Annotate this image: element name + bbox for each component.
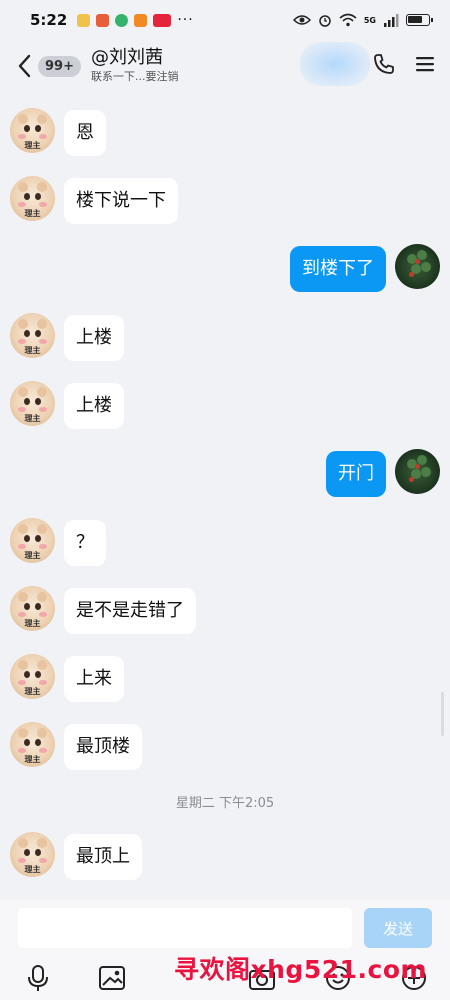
avatar-tag: 理主 (24, 551, 41, 560)
contact-avatar[interactable]: 理主 (10, 654, 55, 699)
scroll-indicator[interactable] (441, 692, 444, 736)
message-input[interactable] (18, 908, 352, 948)
outgoing-message-bubble[interactable]: 开门 (326, 451, 386, 497)
incoming-message-bubble[interactable]: 最顶楼 (64, 724, 142, 770)
avatar-tag: 理主 (24, 687, 41, 696)
message-row: 理主 恩 (0, 108, 450, 158)
contact-avatar[interactable]: 理主 (10, 313, 55, 358)
contact-avatar[interactable]: 理主 (10, 722, 55, 767)
contact-avatar[interactable]: 理主 (10, 381, 55, 426)
incoming-message-bubble[interactable]: 上来 (64, 656, 124, 702)
avatar-tag: 理主 (24, 346, 41, 355)
message-row: 理主 楼下说一下 (0, 176, 450, 226)
eye-icon (292, 15, 311, 25)
wifi-icon (339, 13, 357, 27)
chat-subtitle: 联系一下...要注销 (90, 70, 179, 83)
header-glow (300, 42, 370, 86)
more-notifications-icon: ··· (177, 12, 194, 28)
avatar-tag: 理主 (24, 865, 41, 874)
status-time: 5:22 (30, 11, 68, 29)
battery-icon (406, 14, 433, 26)
incoming-message-bubble[interactable]: 上楼 (64, 315, 124, 361)
contact-avatar[interactable]: 理主 (10, 586, 55, 631)
contact-avatar[interactable]: 理主 (10, 108, 55, 153)
message-row: 理主 最顶楼 (0, 722, 450, 772)
app-notification-icon (134, 13, 148, 27)
incoming-message-bubble[interactable]: 上楼 (64, 383, 124, 429)
time-divider: 星期二 下午2:05 (175, 796, 275, 811)
app-notification-icon (96, 13, 110, 27)
message-row: 开门 (0, 449, 450, 499)
avatar-tag: 理主 (24, 414, 41, 423)
back-icon[interactable] (14, 52, 34, 80)
menu-icon[interactable] (414, 54, 436, 78)
incoming-message-bubble[interactable]: 是不是走错了 (64, 588, 196, 634)
contact-avatar[interactable]: 理主 (10, 832, 55, 877)
microphone-icon[interactable] (22, 962, 54, 994)
contact-avatar[interactable]: 理主 (10, 176, 55, 221)
message-row: 理主 最顶上 (0, 832, 450, 882)
watermark: 寻欢阁xhg521.com (174, 955, 428, 984)
incoming-message-bubble[interactable]: 楼下说一下 (64, 178, 178, 224)
chat-title: @刘刘茜 (90, 47, 163, 68)
avatar-tag: 理主 (24, 141, 41, 150)
avatar-tag: 理主 (24, 619, 41, 628)
image-icon[interactable] (96, 962, 128, 994)
message-row: 理主 上楼 (0, 381, 450, 431)
incoming-message-bubble[interactable]: ？ (64, 520, 106, 566)
unread-badge[interactable]: 99+ (38, 55, 81, 77)
message-row: 理主 ？ (0, 518, 450, 568)
alarm-icon (319, 15, 331, 27)
shield-icon (115, 13, 129, 27)
my-avatar[interactable] (395, 244, 440, 289)
message-row: 到楼下了 (0, 244, 450, 294)
contact-avatar[interactable]: 理主 (10, 518, 55, 563)
phone-icon[interactable] (372, 52, 396, 80)
avatar-tag: 理主 (24, 755, 41, 764)
chat-header: 99+ @刘刘茜 联系一下...要注销 (0, 40, 450, 92)
outgoing-message-bubble[interactable]: 到楼下了 (290, 246, 386, 292)
status-bar: 5:22 ··· 5G (0, 0, 450, 40)
my-avatar[interactable] (395, 449, 440, 494)
app-notification-icon (77, 13, 91, 27)
message-row: 理主 上来 (0, 654, 450, 704)
avatar-tag: 理主 (24, 209, 41, 218)
send-button[interactable]: 发送 (364, 908, 432, 948)
app-notification-icon (153, 13, 172, 27)
message-row: 理主 是不是走错了 (0, 586, 450, 636)
signal-icon (384, 13, 399, 27)
incoming-message-bubble[interactable]: 恩 (64, 110, 106, 156)
chat-title-block[interactable]: @刘刘茜 联系一下...要注销 (91, 47, 179, 85)
incoming-message-bubble[interactable]: 最顶上 (64, 834, 142, 880)
network-type-label: 5G (363, 15, 376, 25)
message-row: 理主 上楼 (0, 313, 450, 363)
